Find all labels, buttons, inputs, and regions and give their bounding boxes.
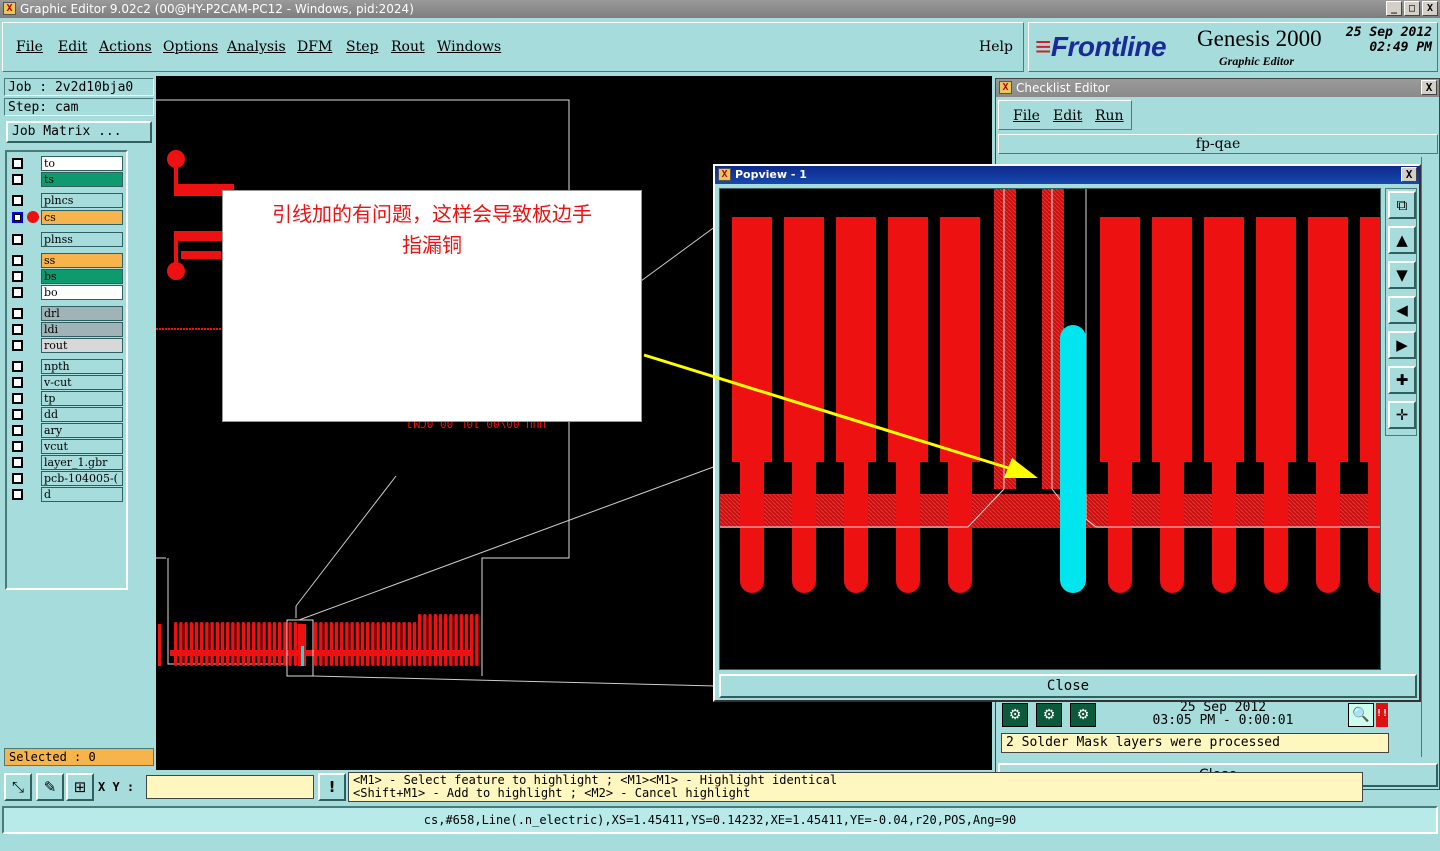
annotation-arrow-head [1004,458,1038,478]
xy-label: X Y : [98,780,135,794]
annotation-arrow-line [643,353,1016,472]
mouse-hint-bar: <M1> - Select feature to highlight ; <M1… [348,772,1363,802]
annotation-arrow-overlay [643,353,1038,478]
warning-icon[interactable]: ! [318,773,346,801]
snap-icon[interactable]: ✎ [36,773,64,801]
feature-status-bar: cs,#658,Line(.n_electric),XS=1.45411,YS=… [2,806,1438,834]
measure-icon[interactable]: ⤡ [4,773,32,801]
hint-line-2: <Shift+M1> - Add to highlight ; <M2> - C… [353,786,751,800]
xy-coordinate-input[interactable] [146,775,314,799]
grid-icon[interactable]: ⊞ [66,773,94,801]
genesis-graphic-editor: X Graphic Editor 9.02c2 (00@HY-P2CAM-PC1… [0,0,1440,851]
bottom-toolbar: ⤡ ✎ ⊞ X Y : ! [2,772,348,802]
